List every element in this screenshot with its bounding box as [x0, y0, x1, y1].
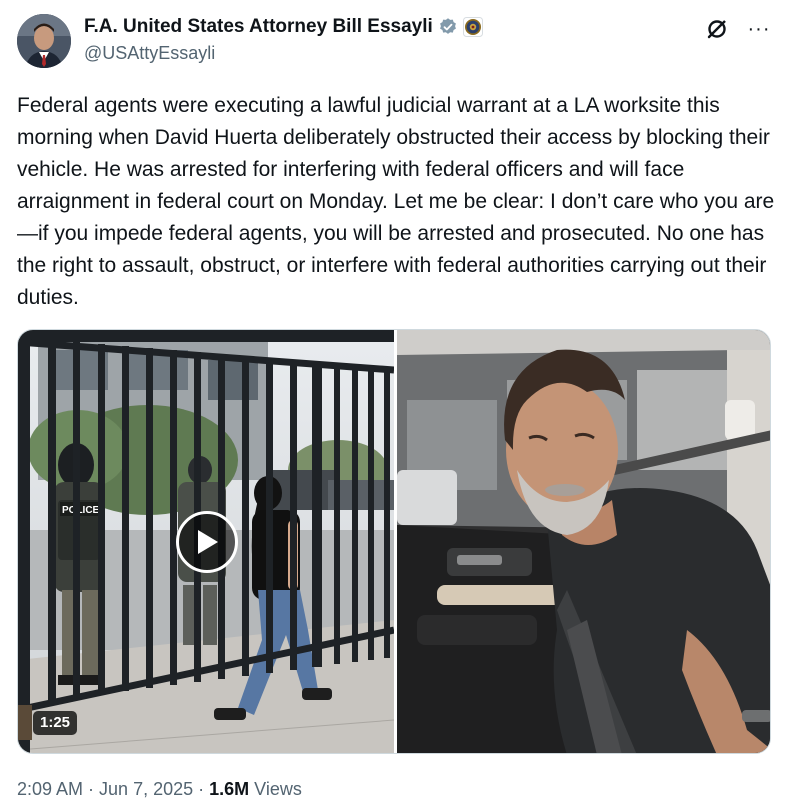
- more-options-button[interactable]: ···: [742, 14, 776, 44]
- grok-icon[interactable]: [702, 14, 732, 44]
- video-thumbnail[interactable]: POLICE 1:25: [18, 330, 394, 753]
- media-grid: POLICE 1:25: [17, 329, 771, 754]
- tweet-text: Federal agents were executing a lawful j…: [17, 94, 775, 309]
- tweet-time[interactable]: 2:09 AM: [17, 779, 83, 799]
- video-duration-badge: 1:25: [33, 711, 78, 735]
- author-name-row: F.A. United States Attorney Bill Essayli: [84, 16, 483, 38]
- play-button[interactable]: [176, 511, 238, 573]
- tweet-meta: 2:09 AM · Jun 7, 2025 · 1.6M Views: [17, 779, 302, 800]
- tweet-date[interactable]: Jun 7, 2025: [99, 779, 193, 799]
- avatar[interactable]: [17, 14, 71, 68]
- author-display-name[interactable]: F.A. United States Attorney Bill Essayli: [84, 16, 433, 38]
- views-label: Views: [254, 779, 302, 799]
- arrest-photo[interactable]: [397, 330, 770, 753]
- play-icon: [198, 530, 218, 554]
- police-vest-label: POLICE: [62, 505, 100, 516]
- meta-separator: ·: [83, 779, 100, 799]
- tweet-card: F.A. United States Attorney Bill Essayli…: [0, 0, 792, 808]
- doj-seal-icon[interactable]: [462, 17, 483, 37]
- views-count: 1.6M: [209, 779, 250, 799]
- author-handle[interactable]: @USAttyEssayli: [84, 43, 215, 64]
- meta-separator-2: ·: [193, 779, 210, 799]
- gray-verified-badge-icon[interactable]: [438, 17, 458, 37]
